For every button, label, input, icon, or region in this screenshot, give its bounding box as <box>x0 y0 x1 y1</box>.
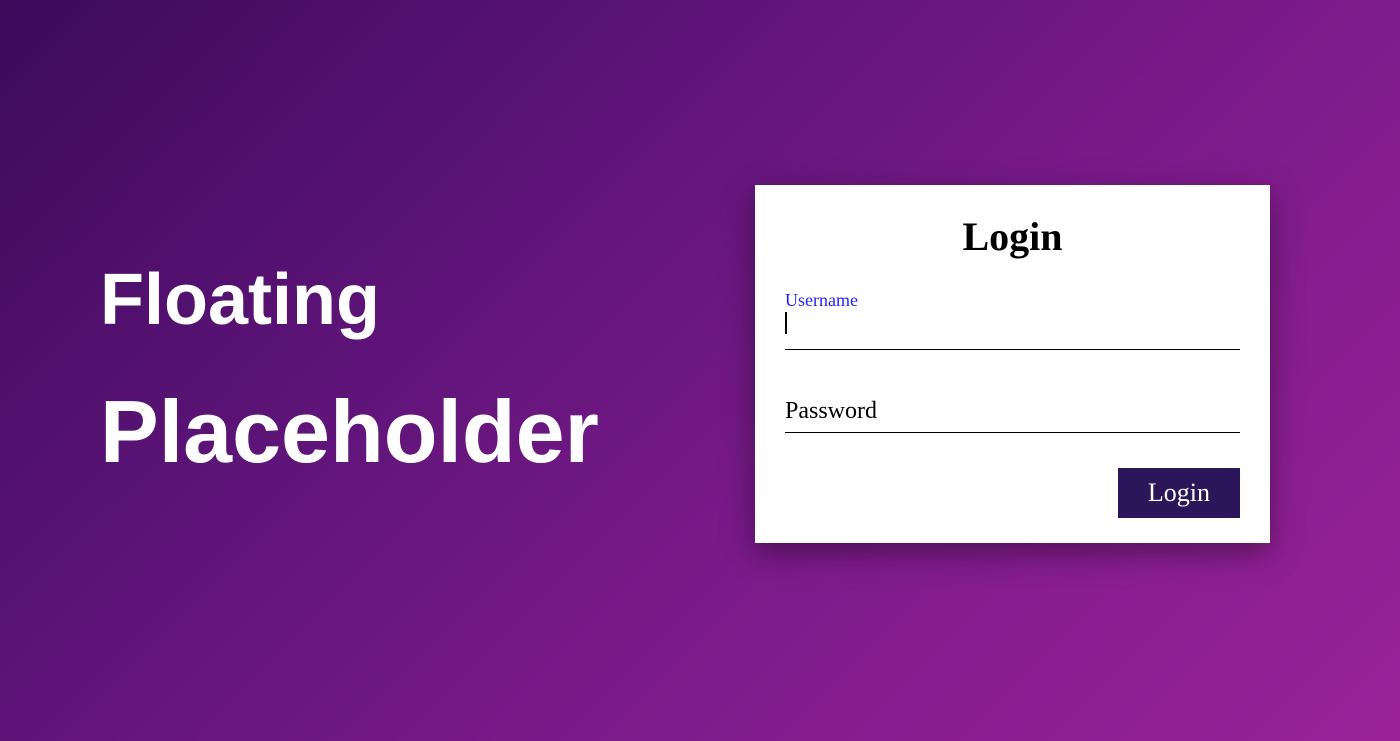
password-input[interactable] <box>785 390 1240 433</box>
headline-line1: Floating <box>100 259 599 341</box>
username-input[interactable] <box>785 313 1240 350</box>
card-title: Login <box>785 213 1240 260</box>
button-row: Login <box>785 468 1240 518</box>
login-card: Login Username Password Login <box>755 185 1270 543</box>
text-cursor <box>785 312 787 334</box>
username-field-wrapper: Username <box>785 290 1240 350</box>
password-field-wrapper: Password <box>785 390 1240 433</box>
headline-line2: Placeholder <box>100 381 599 483</box>
headline-text: Floating Placeholder <box>0 259 599 483</box>
login-button[interactable]: Login <box>1118 468 1240 518</box>
username-label: Username <box>785 290 1240 311</box>
